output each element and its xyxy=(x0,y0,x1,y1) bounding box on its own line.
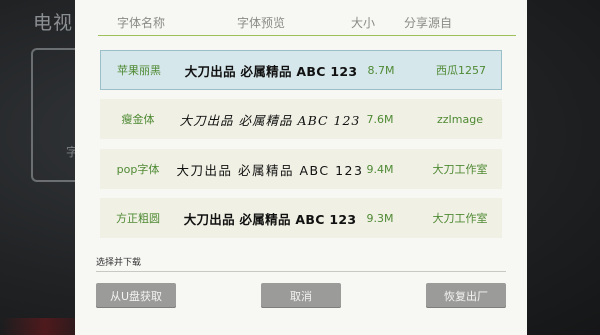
column-header-preview: 字体预览 xyxy=(237,16,286,30)
font-name: 瘦金体 xyxy=(121,113,155,126)
restore-factory-button[interactable]: 恢复出厂 xyxy=(426,283,506,308)
font-source: 西瓜1257 xyxy=(436,64,486,77)
font-preview: 大刀出品 必属精品 ABC 123 xyxy=(183,211,357,227)
font-row-pingguo-lihei[interactable]: 苹果丽黑 大刀出品 必属精品 ABC 123 8.7M 西瓜1257 xyxy=(100,50,502,90)
font-preview: 大刀出品 必属精品 ABC 123 xyxy=(184,63,358,79)
get-from-usb-button[interactable]: 从U盘获取 xyxy=(96,283,176,308)
column-header-source: 分享源自 xyxy=(404,16,453,30)
font-source: 大刀工作室 xyxy=(432,163,488,176)
font-row-fangzheng-cuyuan[interactable]: 方正粗圆 大刀出品 必属精品 ABC 123 9.3M 大刀工作室 xyxy=(100,198,502,238)
font-preview: 大刀出品 必属精品 ABC 123 xyxy=(176,162,364,178)
background-red-glow xyxy=(0,318,75,335)
header-divider xyxy=(98,35,516,36)
background-title: 电视 xyxy=(33,12,74,34)
font-name: pop字体 xyxy=(116,163,160,176)
font-row-pop[interactable]: pop字体 大刀出品 必属精品 ABC 123 9.4M 大刀工作室 xyxy=(100,149,502,189)
column-header-name: 字体名称 xyxy=(117,16,166,30)
font-download-dialog: 字体名称 字体预览 大小 分享源自 苹果丽黑 大刀出品 必属精品 ABC 123… xyxy=(75,0,527,335)
column-header-size: 大小 xyxy=(351,16,376,30)
font-name: 方正粗圆 xyxy=(116,212,160,225)
font-source: zzImage xyxy=(437,112,483,126)
font-source: 大刀工作室 xyxy=(432,212,488,225)
cancel-button[interactable]: 取消 xyxy=(261,283,341,308)
table-header: 字体名称 字体预览 大小 分享源自 xyxy=(75,0,527,36)
font-preview: 大刀出品 必属精品 ABC 123 xyxy=(179,112,361,128)
font-row-shoujinti[interactable]: 瘦金体 大刀出品 必属精品 ABC 123 7.6M zzImage xyxy=(100,99,502,139)
select-hint: 选择并下载 xyxy=(96,258,142,268)
font-name: 苹果丽黑 xyxy=(117,64,161,77)
footer-divider xyxy=(96,271,506,272)
